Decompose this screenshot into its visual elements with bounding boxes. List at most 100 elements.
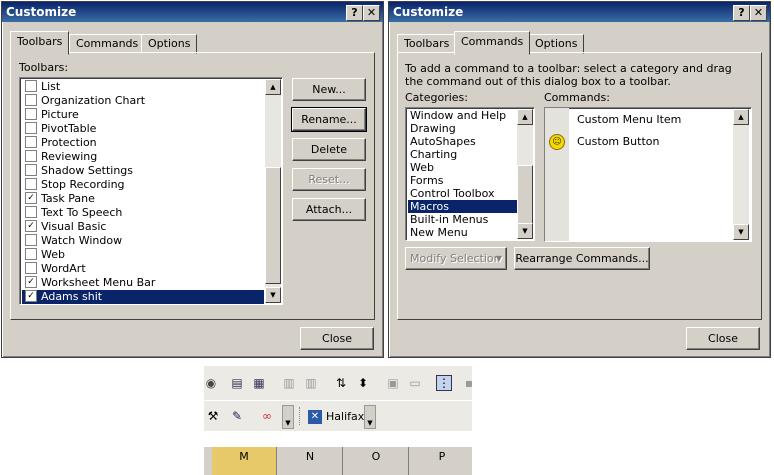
scroll-thumb[interactable]	[517, 165, 533, 225]
toolbar-list-item[interactable]: Picture	[22, 108, 264, 122]
toolbar-list-item[interactable]: Organization Chart	[22, 94, 264, 108]
attach-button[interactable]: Attach...	[292, 198, 366, 221]
toolbar-list-item[interactable]: WordArt	[22, 262, 264, 276]
radio-icon[interactable]: ◉	[204, 376, 218, 390]
checkbox-icon[interactable]	[25, 234, 37, 246]
new-button[interactable]: New...	[292, 78, 366, 101]
commands-list[interactable]: Custom Menu Item ☺ Custom Button ▲ ▼	[544, 107, 752, 242]
checkbox-icon[interactable]	[25, 136, 37, 148]
category-list-item[interactable]: Web	[408, 161, 517, 174]
toolbar-grip[interactable]	[299, 407, 302, 425]
category-list-item[interactable]: New Menu	[408, 226, 517, 239]
toolbar-list-item[interactable]: ✓ Worksheet Menu Bar	[22, 276, 264, 290]
category-list-item[interactable]: Built-in Menus	[408, 213, 517, 226]
toolbar-list-item[interactable]: Text To Speech	[22, 206, 264, 220]
checkbox-icon[interactable]	[25, 80, 37, 92]
checkbox-icon[interactable]	[25, 164, 37, 176]
checkbox-checked-icon[interactable]: ✓	[25, 192, 37, 204]
scroll-thumb[interactable]	[265, 167, 281, 284]
toolbar-list-item[interactable]: Stop Recording	[22, 178, 264, 192]
group-icon[interactable]: ▥	[282, 376, 296, 390]
toolbar-list-item[interactable]: Reviewing	[22, 150, 264, 164]
halifax-button[interactable]: ✕ Halifax	[305, 406, 368, 428]
dialog-titlebar[interactable]: Customize ? ✕	[2, 2, 383, 22]
checkbox-checked-icon[interactable]: ✓	[25, 290, 37, 302]
tab-toolbars[interactable]: Toolbars	[397, 34, 457, 54]
toggle-grid-icon[interactable]: ⋮	[436, 375, 452, 391]
category-list-item[interactable]: Charting	[408, 148, 517, 161]
commands-scrollbar[interactable]: ▲ ▼	[733, 109, 749, 240]
column-header[interactable]: M	[212, 447, 277, 475]
scroll-up-icon[interactable]: ▲	[265, 79, 281, 95]
toolbar-list-item[interactable]: PivotTable	[22, 122, 264, 136]
rearrange-commands-button[interactable]: Rearrange Commands...	[514, 247, 650, 270]
view-code-icon[interactable]: ▭	[408, 376, 422, 390]
column-header[interactable]: O	[344, 447, 409, 475]
help-button[interactable]: ?	[346, 5, 363, 21]
toolbar-list-item[interactable]: ✓ Visual Basic	[22, 220, 264, 234]
tab-toolbars[interactable]: Toolbars	[10, 31, 70, 55]
scroll-down-icon[interactable]: ▼	[517, 223, 533, 239]
category-list-item[interactable]: Control Toolbox	[408, 187, 517, 200]
bring-forward-icon[interactable]: ⇅	[334, 376, 348, 390]
send-backward-icon[interactable]: ⬍	[356, 376, 370, 390]
category-list-item[interactable]: Macros	[408, 200, 517, 213]
help-button[interactable]: ?	[733, 5, 750, 21]
toolbar-list-item[interactable]: ✓ Adams shit	[22, 290, 264, 304]
checkbox-checked-icon[interactable]: ✓	[25, 220, 37, 232]
ungroup-icon[interactable]: ▥	[304, 376, 318, 390]
close-button[interactable]: Close	[686, 327, 760, 350]
design-mode-icon[interactable]: ✎	[230, 409, 244, 423]
close-button[interactable]: Close	[300, 327, 374, 350]
close-icon[interactable]: ✕	[363, 5, 380, 21]
toolbar-options-icon[interactable]: ▼	[364, 405, 376, 429]
scroll-up-icon[interactable]: ▲	[733, 109, 749, 125]
column-header[interactable]: N	[278, 447, 343, 475]
links-icon[interactable]: ∞	[260, 409, 274, 423]
categories-list[interactable]: Window and Help Drawing AutoShapes Charting…	[405, 107, 535, 241]
tab-commands[interactable]: Commands	[69, 34, 146, 54]
categories-scrollbar[interactable]: ▲ ▼	[517, 109, 533, 239]
toolbar-list-item[interactable]: ✓ Task Pane	[22, 192, 264, 206]
toolbar-list-item[interactable]: Web	[22, 248, 264, 262]
checkbox-icon[interactable]	[25, 248, 37, 260]
tab-options[interactable]: Options	[528, 34, 585, 54]
command-list-item[interactable]: Custom Menu Item	[545, 109, 733, 131]
toolbar-list-item[interactable]: Protection	[22, 136, 264, 150]
checkbox-checked-icon[interactable]: ✓	[25, 276, 37, 288]
column-header[interactable]: P	[410, 447, 472, 475]
toolbar-options-icon[interactable]: ▼	[282, 405, 294, 429]
tools-icon[interactable]: ⚒	[206, 409, 220, 423]
scroll-up-icon[interactable]: ▲	[517, 109, 533, 125]
scroll-down-icon[interactable]: ▼	[733, 224, 749, 240]
checkbox-icon[interactable]	[25, 206, 37, 218]
checkbox-icon[interactable]	[25, 150, 37, 162]
category-list-item[interactable]: Drawing	[408, 122, 517, 135]
more-icon[interactable]: ▪	[462, 376, 476, 390]
tab-options[interactable]: Options	[141, 34, 198, 54]
toolbars-scrollbar[interactable]: ▲ ▼	[265, 79, 281, 303]
category-list-item[interactable]: Forms	[408, 174, 517, 187]
command-list-item[interactable]: ☺ Custom Button	[545, 131, 733, 153]
toolbar-list-item[interactable]: Shadow Settings	[22, 164, 264, 178]
dialog-titlebar[interactable]: Customize ? ✕	[389, 2, 770, 22]
checkbox-icon[interactable]	[25, 94, 37, 106]
grid-icon[interactable]: ▦	[252, 376, 266, 390]
checkbox-icon[interactable]	[25, 178, 37, 190]
modify-selection-button[interactable]: Modify Selection ▼	[405, 247, 507, 270]
toolbar-list-item[interactable]: List	[22, 80, 264, 94]
toolbar-list-item[interactable]: Watch Window	[22, 234, 264, 248]
reset-button[interactable]: Reset...	[292, 168, 366, 191]
rename-button[interactable]: Rename...	[291, 107, 367, 132]
toolbars-list[interactable]: List Organization Chart Picture PivotTable P…	[19, 77, 283, 305]
form-icon[interactable]: ▤	[230, 376, 244, 390]
tab-commands[interactable]: Commands	[454, 31, 531, 55]
category-list-item[interactable]: Window and Help	[408, 109, 517, 122]
scroll-down-icon[interactable]: ▼	[265, 287, 281, 303]
category-list-item[interactable]: AutoShapes	[408, 135, 517, 148]
close-icon[interactable]: ✕	[750, 5, 767, 21]
checkbox-icon[interactable]	[25, 262, 37, 274]
properties-icon[interactable]: ▣	[386, 376, 400, 390]
delete-button[interactable]: Delete	[292, 138, 366, 161]
checkbox-icon[interactable]	[25, 122, 37, 134]
